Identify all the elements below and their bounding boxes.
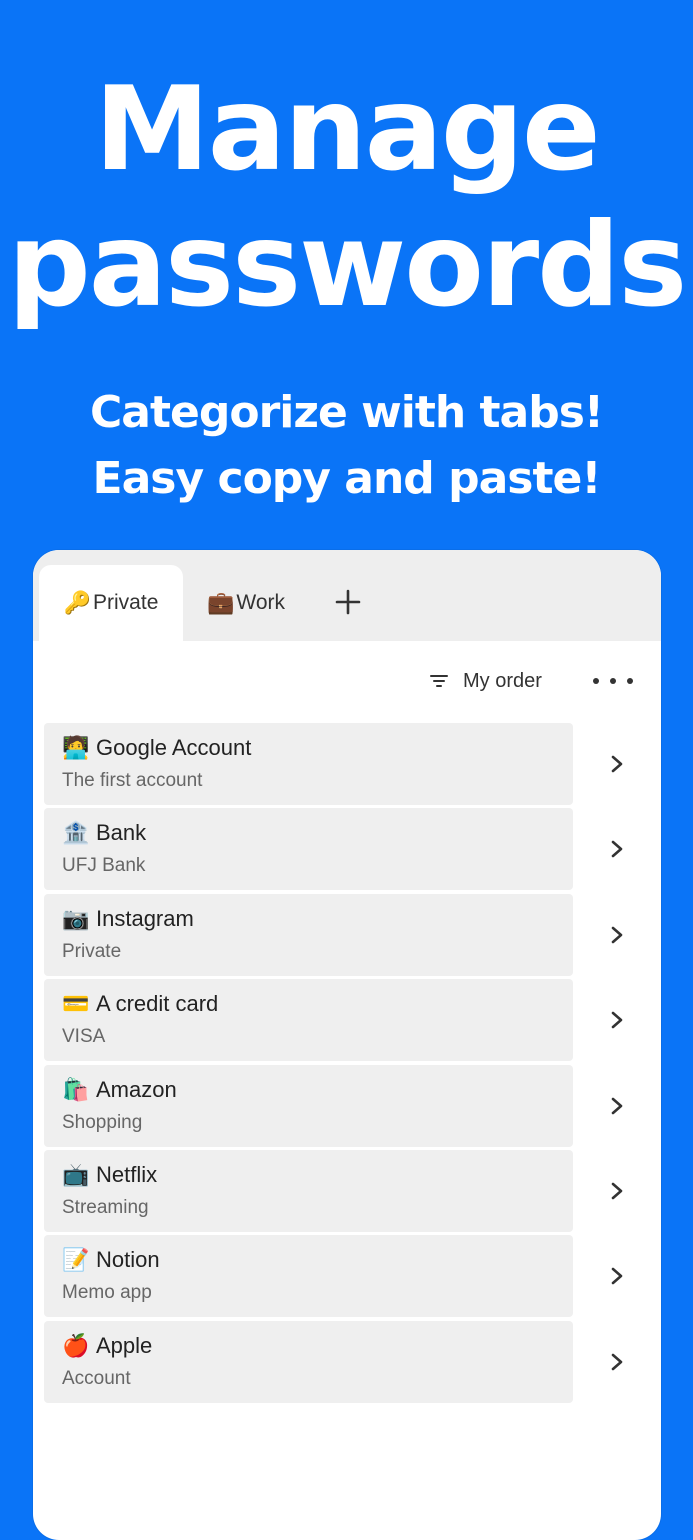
list-item: 🏦 Bank UFJ Bank <box>44 808 650 891</box>
list-item-body[interactable]: 🍎 Apple Account <box>44 1320 573 1403</box>
television-icon: 📺 <box>62 1161 90 1187</box>
chevron-right-icon[interactable] <box>606 837 628 861</box>
list-item: 🍎 Apple Account <box>44 1320 650 1403</box>
sort-order-button[interactable]: My order <box>429 664 542 698</box>
item-subtitle: VISA <box>62 1026 106 1048</box>
credit-card-icon: 💳 <box>62 991 90 1017</box>
chevron-right-icon[interactable] <box>606 752 628 776</box>
item-title: Apple <box>96 1332 153 1358</box>
bank-icon: 🏦 <box>62 820 90 846</box>
item-title: Google Account <box>96 735 252 760</box>
memo-icon: 📝 <box>62 1247 90 1273</box>
chevron-right-icon[interactable] <box>606 1094 628 1118</box>
item-subtitle: Streaming <box>62 1196 149 1218</box>
hero-title: Manage passwords <box>0 62 693 334</box>
list-item-body[interactable]: 💳 A credit card VISA <box>44 979 573 1062</box>
item-subtitle: UFJ Bank <box>62 855 146 877</box>
tab-bar: 🔑 Private 💼 Work <box>33 550 661 641</box>
key-icon: 🔑 <box>63 590 92 615</box>
list-item: 📝 Notion Memo app <box>44 1235 650 1318</box>
item-subtitle: The first account <box>62 770 203 791</box>
chevron-right-icon[interactable] <box>606 1350 628 1374</box>
apple-icon: 🍎 <box>62 1332 90 1358</box>
tab-work[interactable]: 💼 Work <box>193 565 299 641</box>
list-item-body[interactable]: 📷 Instagram Private <box>44 893 573 976</box>
item-title: Notion <box>96 1247 160 1273</box>
camera-icon: 📷 <box>62 905 90 931</box>
filter-icon <box>430 675 448 687</box>
more-horizontal-icon <box>593 678 599 684</box>
item-title: Instagram <box>96 905 194 931</box>
list-item: 🧑‍💻 Google Account The first account <box>44 723 650 805</box>
chevron-right-icon[interactable] <box>606 1179 628 1203</box>
add-tab-button[interactable] <box>331 585 365 619</box>
chevron-right-icon[interactable] <box>606 1008 628 1032</box>
briefcase-icon: 💼 <box>206 590 235 615</box>
item-subtitle: Memo app <box>62 1282 152 1304</box>
tab-label: Work <box>236 591 286 614</box>
item-title: A credit card <box>96 991 219 1017</box>
item-subtitle: Shopping <box>62 1111 143 1133</box>
list-item-body[interactable]: 🛍️ Amazon Shopping <box>44 1064 573 1147</box>
list-item-body[interactable]: 🧑‍💻 Google Account The first account <box>44 723 573 805</box>
list-item-body[interactable]: 📝 Notion Memo app <box>44 1235 573 1318</box>
list-item-body[interactable]: 🏦 Bank UFJ Bank <box>44 808 573 891</box>
app-screen-card: 🔑 Private 💼 Work My order 🧑‍💻 Google Acco… <box>33 550 661 1540</box>
tab-private[interactable]: 🔑 Private <box>39 565 183 641</box>
item-title: Bank <box>96 820 147 846</box>
plus-icon <box>335 589 361 615</box>
item-subtitle: Private <box>62 940 122 962</box>
more-options-button[interactable] <box>593 668 633 694</box>
sort-label: My order <box>463 669 542 692</box>
shopping-bags-icon: 🛍️ <box>62 1076 90 1102</box>
hero-subtitle-line2: Easy copy and paste! <box>92 453 602 504</box>
tab-label: Private <box>93 591 159 614</box>
item-subtitle: Account <box>62 1367 131 1389</box>
item-title: Netflix <box>96 1161 158 1187</box>
list-item: 💳 A credit card VISA <box>44 979 650 1062</box>
chevron-right-icon[interactable] <box>606 923 628 947</box>
hero-title-line2: passwords <box>7 198 688 333</box>
hero-subtitle: Categorize with tabs! Easy copy and past… <box>0 380 693 512</box>
chevron-right-icon[interactable] <box>606 1264 628 1288</box>
list-item: 🛍️ Amazon Shopping <box>44 1064 650 1147</box>
list-item: 📷 Instagram Private <box>44 893 650 976</box>
item-title: Amazon <box>96 1076 177 1102</box>
list-item: 📺 Netflix Streaming <box>44 1149 650 1232</box>
password-list: 🧑‍💻 Google Account The first account 🏦 Ban… <box>44 723 650 1406</box>
hero-title-line1: Manage <box>94 62 600 197</box>
technologist-icon: 🧑‍💻 <box>62 735 90 760</box>
list-item-body[interactable]: 📺 Netflix Streaming <box>44 1149 573 1232</box>
hero-subtitle-line1: Categorize with tabs! <box>89 387 604 438</box>
